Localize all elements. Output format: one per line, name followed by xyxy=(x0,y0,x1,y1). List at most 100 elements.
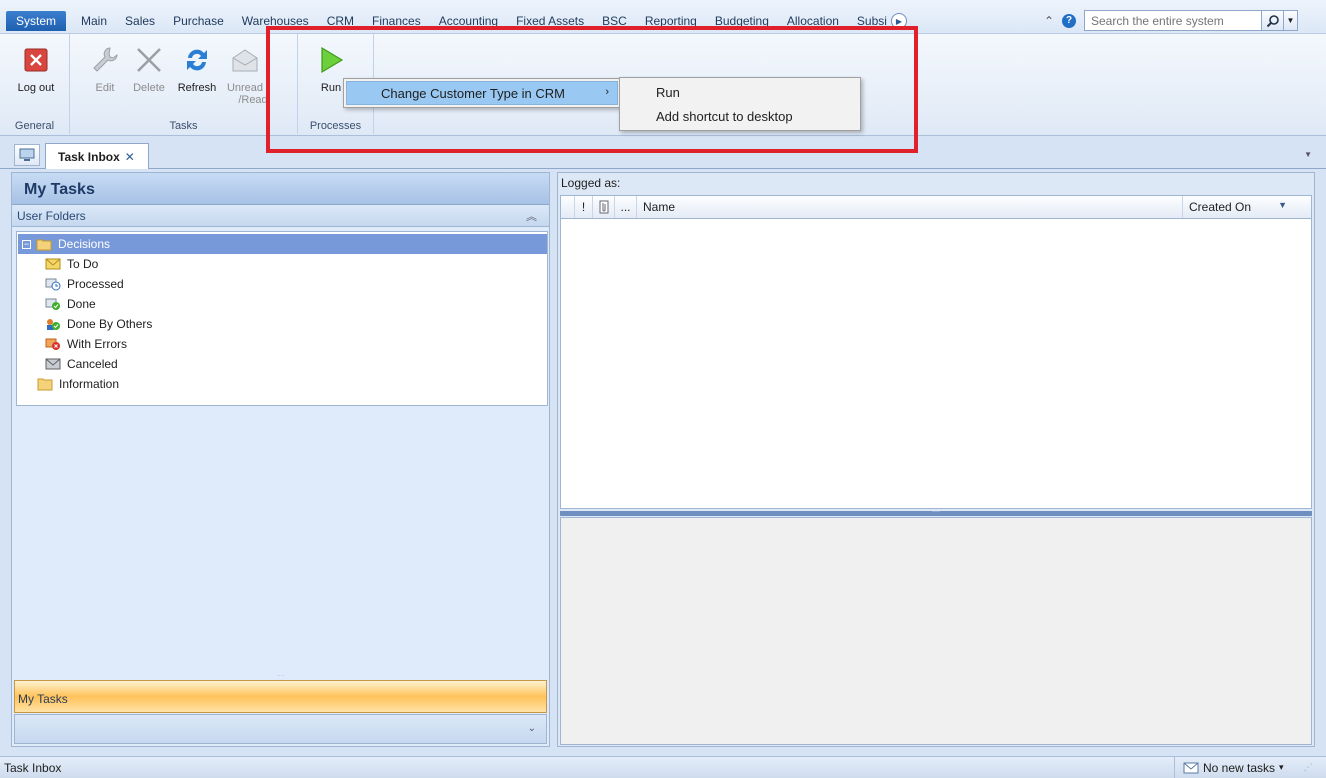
filter-icon[interactable]: ▼ xyxy=(1278,200,1287,210)
vertical-splitter[interactable] xyxy=(552,172,556,747)
edit-label: Edit xyxy=(95,82,115,94)
tree-node-processed-label: Processed xyxy=(67,277,124,291)
tree-node-information[interactable]: Information xyxy=(37,374,119,394)
task-grid-body[interactable] xyxy=(560,219,1312,509)
grid-header-more[interactable]: ... xyxy=(615,196,637,218)
menu-item-run[interactable]: Run xyxy=(620,81,860,105)
tree-node-with-errors[interactable]: With Errors xyxy=(45,334,127,354)
search-box: ▼ xyxy=(1084,10,1298,31)
grey-envelope-icon xyxy=(45,358,61,370)
users-check-icon xyxy=(47,319,60,330)
ribbon-group-general: Log out General xyxy=(0,34,70,134)
menu-scroll-right-icon[interactable]: ▶ xyxy=(890,13,907,29)
status-bar: Task Inbox No new tasks ▾ ⋰ xyxy=(0,756,1326,778)
attachment-icon[interactable] xyxy=(593,196,615,218)
search-input[interactable] xyxy=(1085,11,1261,30)
folder-tree: − Decisions To Do Processed Done Done By… xyxy=(16,231,548,406)
clock-envelope-icon xyxy=(45,278,61,291)
menu-tab-allocation[interactable]: Allocation xyxy=(778,11,848,31)
logout-button[interactable]: Log out xyxy=(12,44,60,94)
unread-label-line2: /Read xyxy=(238,94,268,106)
grid-header-priority[interactable]: ! xyxy=(575,196,593,218)
tree-node-to-do[interactable]: To Do xyxy=(45,254,98,274)
collapse-up-icon[interactable]: ︽ xyxy=(526,208,537,224)
tree-node-decisions[interactable]: − Decisions xyxy=(18,234,547,254)
menu-tab-sales[interactable]: Sales xyxy=(116,11,164,31)
my-tasks-title: My Tasks xyxy=(12,173,549,205)
wrench-icon xyxy=(89,44,121,76)
menu-tab-crm[interactable]: CRM xyxy=(318,11,363,31)
user-folders-label: User Folders xyxy=(17,209,86,223)
logout-icon xyxy=(20,44,52,76)
menu-item-change-customer-type[interactable]: Change Customer Type in CRM › xyxy=(346,81,618,105)
tree-node-done-label: Done xyxy=(67,297,96,311)
menu-tab-fixed-assets[interactable]: Fixed Assets xyxy=(507,11,593,31)
document-tab-strip: Task Inbox ✕ ▼ xyxy=(0,136,1326,169)
minimize-ribbon-icon[interactable]: ⌃ xyxy=(1040,12,1058,30)
delete-x-icon xyxy=(133,44,165,76)
ribbon-group-tasks: Edit Delete Refresh Unread /Read Tasks xyxy=(70,34,298,134)
refresh-label: Refresh xyxy=(177,82,217,94)
menu-tab-finances[interactable]: Finances xyxy=(363,11,430,31)
tab-task-inbox[interactable]: Task Inbox ✕ xyxy=(45,143,149,169)
logout-label: Log out xyxy=(17,82,55,94)
chevron-down-icon[interactable]: ⌄ xyxy=(528,723,536,734)
ribbon-group-processes-label: Processes xyxy=(309,120,362,132)
status-dropdown-icon[interactable]: ▾ xyxy=(1279,762,1284,773)
new-tasks-indicator[interactable]: No new tasks ▾ ⋰ xyxy=(1174,757,1313,778)
tree-node-done-by-others[interactable]: Done By Others xyxy=(45,314,152,334)
grid-header-created-on-label: Created On xyxy=(1189,200,1252,214)
folder-open-icon xyxy=(36,239,52,251)
refresh-icon xyxy=(181,44,213,76)
error-envelope-icon xyxy=(45,338,60,350)
help-icon[interactable]: ? xyxy=(1062,13,1076,28)
menu-tab-purchase[interactable]: Purchase xyxy=(164,11,233,31)
user-folders-section-header[interactable]: User Folders ︽ xyxy=(12,205,549,227)
tree-node-done-by-others-label: Done By Others xyxy=(67,317,153,331)
tree-node-canceled-label: Canceled xyxy=(67,357,118,371)
tab-list-dropdown-icon[interactable]: ▼ xyxy=(1304,150,1312,159)
tree-node-canceled[interactable]: Canceled xyxy=(45,354,118,374)
refresh-button[interactable]: Refresh xyxy=(174,44,220,94)
grid-header-indicator xyxy=(561,196,575,218)
tree-node-to-do-label: To Do xyxy=(67,257,99,271)
menu-tabs: System Main Sales Purchase Warehouses CR… xyxy=(6,11,907,31)
menu-tab-reporting[interactable]: Reporting xyxy=(636,11,706,31)
run-play-icon xyxy=(315,44,347,76)
tree-node-processed[interactable]: Processed xyxy=(45,274,124,294)
search-dropdown-icon[interactable]: ▼ xyxy=(1283,11,1297,30)
grid-header-created-on[interactable]: Created On ▼ xyxy=(1183,196,1293,218)
menu-tab-bsc[interactable]: BSC xyxy=(593,11,636,31)
unread-read-button[interactable]: Unread /Read xyxy=(222,44,268,106)
desktop-icon[interactable] xyxy=(14,144,40,166)
menu-tab-warehouses[interactable]: Warehouses xyxy=(233,11,318,31)
tree-node-with-errors-label: With Errors xyxy=(67,337,127,351)
submenu-arrow-icon: › xyxy=(605,86,609,98)
search-icon[interactable] xyxy=(1261,11,1283,30)
run-label: Run xyxy=(320,82,342,94)
tree-node-decisions-label: Decisions xyxy=(58,237,111,251)
tab-task-inbox-label: Task Inbox xyxy=(58,149,120,164)
tree-node-done[interactable]: Done xyxy=(45,294,96,314)
grid-header-name[interactable]: Name xyxy=(637,196,1183,218)
resize-grip-icon[interactable]: ⋰ xyxy=(1304,762,1313,773)
menu-item-add-shortcut[interactable]: Add shortcut to desktop xyxy=(620,105,860,129)
grid-preview-splitter[interactable]: ···· xyxy=(560,509,1312,516)
main-menu-bar: System Main Sales Purchase Warehouses CR… xyxy=(0,0,1326,34)
delete-button[interactable]: Delete xyxy=(126,44,172,94)
ribbon-group-general-label: General xyxy=(14,120,55,132)
tree-collapse-icon[interactable]: − xyxy=(22,239,31,249)
close-icon[interactable]: ✕ xyxy=(125,150,135,164)
menu-tab-subsi[interactable]: Subsi xyxy=(848,11,889,31)
edit-button[interactable]: Edit xyxy=(82,44,128,94)
status-left-text: Task Inbox xyxy=(4,761,62,775)
menu-tab-system[interactable]: System xyxy=(6,11,67,31)
nav-my-tasks-button[interactable]: My Tasks xyxy=(14,680,547,713)
nav-my-tasks-label: My Tasks xyxy=(18,692,68,706)
menu-tab-budgeting[interactable]: Budgeting xyxy=(706,11,778,31)
menu-tab-accounting[interactable]: Accounting xyxy=(430,11,507,31)
envelope-icon xyxy=(45,258,61,270)
task-list-pane: Logged as: ! ... Name Created On ▼ ···· xyxy=(557,172,1315,747)
logged-as-label: Logged as: xyxy=(561,176,621,190)
menu-tab-main[interactable]: Main xyxy=(72,11,116,31)
